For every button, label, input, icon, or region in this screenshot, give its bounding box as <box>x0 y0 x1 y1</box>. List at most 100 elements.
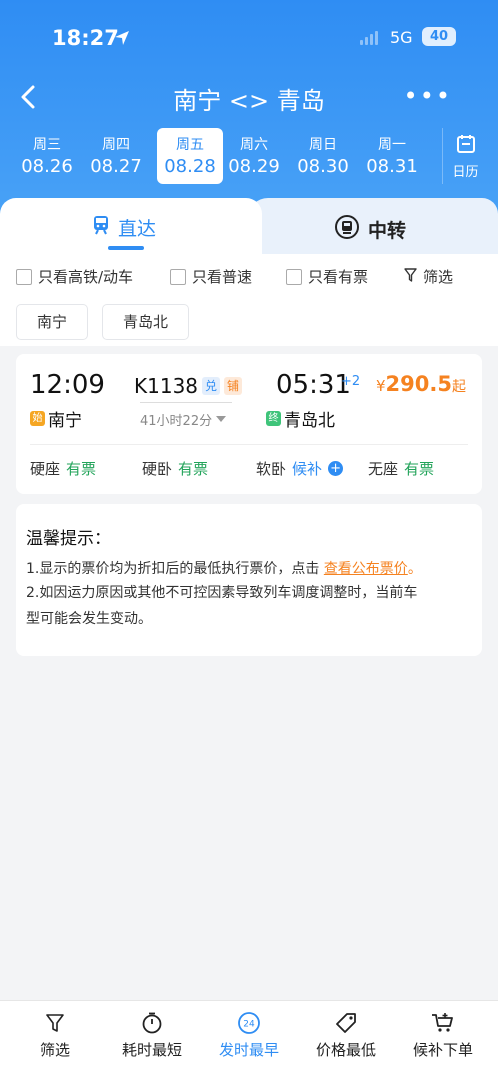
bottom-label: 候补下单 <box>412 1041 473 1059</box>
bottom-waitlist[interactable]: 候补下单 <box>398 1011 488 1060</box>
public-price-link[interactable]: 查看公布票价 <box>324 561 408 577</box>
date-value: 08.30 <box>297 156 349 177</box>
calendar-button[interactable]: 日历 <box>442 128 488 184</box>
date-item[interactable]: 周日 08.30 <box>290 128 356 184</box>
date-item[interactable]: 周四 08.27 <box>83 128 149 184</box>
train-card[interactable]: 12:09 K1138 兑 铺 41小时22分 05:31 +2 ¥290.5起… <box>16 354 482 494</box>
filter-button[interactable]: 筛选 <box>404 266 453 287</box>
cart-icon <box>398 1011 488 1035</box>
bottom-earliest[interactable]: 24 发时最早 <box>204 1011 294 1060</box>
seat-type: 硬座 <box>30 460 61 478</box>
signal-icon <box>360 31 378 45</box>
checkbox-icon <box>16 268 32 285</box>
tab-transfer[interactable]: 中转 <box>248 198 498 254</box>
filter-icon <box>404 267 417 286</box>
seat-item: 硬座 有票 <box>30 458 96 479</box>
status-time: 18:27 <box>52 26 119 50</box>
bottom-label: 价格最低 <box>315 1041 376 1059</box>
seat-type: 无座 <box>368 460 399 478</box>
date-weekday: 周四 <box>102 137 130 153</box>
date-value: 08.26 <box>21 156 73 177</box>
price-suffix: 起 <box>451 379 466 395</box>
date-weekday: 周五 <box>176 137 204 153</box>
station-chips: 南宁 青岛北 <box>16 304 190 340</box>
seat-type: 软卧 <box>256 460 287 478</box>
more-icon[interactable]: ••• <box>404 82 452 110</box>
tab-underline <box>108 246 144 250</box>
price-symbol: ¥ <box>376 377 386 395</box>
calendar-label: 日历 <box>452 165 479 180</box>
date-weekday: 周一 <box>378 137 406 153</box>
filter-label: 筛选 <box>423 268 454 286</box>
tips-card: 温馨提示： 1.显示的票价均为折扣后的最低执行票价，点击 查看公布票价。 2.如… <box>16 504 482 656</box>
duration-divider <box>140 402 232 403</box>
bottom-toolbar: 筛选 耗时最短 24 发时最早 价格最低 候补下单 <box>0 1000 498 1080</box>
date-weekday: 周六 <box>240 137 268 153</box>
seat-item: 无座 有票 <box>368 458 434 479</box>
filter-label: 只看高铁/动车 <box>38 268 134 286</box>
date-item[interactable]: 周三 08.26 <box>14 128 80 184</box>
train-number: K1138 兑 铺 <box>134 374 243 398</box>
duration[interactable]: 41小时22分 <box>140 410 227 429</box>
tag-dui: 兑 <box>202 377 221 395</box>
transfer-icon <box>334 214 360 245</box>
card-divider <box>30 444 468 445</box>
station-chip-from[interactable]: 南宁 <box>16 304 89 340</box>
bottom-cheapest[interactable]: 价格最低 <box>301 1011 391 1060</box>
date-value: 08.29 <box>228 156 280 177</box>
seat-item: 硬卧 有票 <box>142 458 208 479</box>
bottom-filter[interactable]: 筛选 <box>10 1011 100 1060</box>
to-station: 终 青岛北 <box>266 406 335 431</box>
timer-icon <box>107 1011 197 1035</box>
calendar-icon <box>443 134 488 158</box>
tab-direct[interactable]: 直达 <box>0 198 262 256</box>
location-arrow-icon <box>114 30 130 50</box>
tips-title: 温馨提示： <box>26 529 111 549</box>
date-item-selected[interactable]: 周五 08.28 <box>157 128 223 184</box>
seat-item-waitlist[interactable]: 软卧 候补 + <box>256 458 344 479</box>
date-weekday: 周三 <box>33 137 61 153</box>
date-selector: 周三 08.26 周四 08.27 周五 08.28 周六 08.29 周日 0… <box>14 128 484 186</box>
chevron-down-icon <box>216 412 227 427</box>
filter-label: 只看普速 <box>192 268 253 286</box>
seat-status: 有票 <box>66 460 97 478</box>
tab-transfer-label: 中转 <box>368 220 407 242</box>
tips-line-1: 1.显示的票价均为折扣后的最低执行票价，点击 查看公布票价。 <box>26 558 476 580</box>
plus-icon: + <box>328 461 344 476</box>
bottom-label: 耗时最短 <box>121 1041 182 1059</box>
price: ¥290.5起 <box>376 372 466 396</box>
seat-status: 候补 <box>292 460 323 478</box>
bottom-shortest[interactable]: 耗时最短 <box>107 1011 197 1060</box>
seat-list: 硬座 有票 硬卧 有票 软卧 候补 + 无座 有票 <box>30 458 468 480</box>
depart-time: 12:09 <box>30 370 105 400</box>
date-item[interactable]: 周一 08.31 <box>359 128 425 184</box>
train-no-label: K1138 <box>134 374 199 398</box>
date-value: 08.31 <box>366 156 418 177</box>
date-weekday: 周日 <box>309 137 337 153</box>
status-bar: 18:27 5G 40 <box>0 0 498 70</box>
filter-panel: 只看高铁/动车 只看普速 只看有票 筛选 南宁 青岛北 <box>0 254 498 346</box>
duration-label: 41小时22分 <box>140 414 213 429</box>
station-chip-to[interactable]: 青岛北 <box>102 304 190 340</box>
route-tabs: 中转 直达 <box>0 198 498 256</box>
date-value: 08.27 <box>90 156 142 177</box>
from-station: 始 南宁 <box>30 406 82 431</box>
to-station-label: 青岛北 <box>284 411 335 431</box>
filter-normal[interactable]: 只看普速 <box>170 266 252 287</box>
checkbox-icon <box>170 268 186 285</box>
tips-line-2: 2.如因运力原因或其他不可控因素导致列车调度调整时，当前车 <box>26 585 418 601</box>
filter-row: 只看高铁/动车 只看普速 只看有票 筛选 <box>16 266 486 288</box>
price-tag-icon <box>301 1011 391 1035</box>
bottom-label: 筛选 <box>39 1041 70 1059</box>
days-plus: +2 <box>341 374 361 389</box>
from-station-label: 南宁 <box>48 411 82 431</box>
seat-type: 硬卧 <box>142 460 173 478</box>
seat-status: 有票 <box>178 460 209 478</box>
price-value: 290.5 <box>385 372 452 396</box>
filter-high-speed[interactable]: 只看高铁/动车 <box>16 266 133 287</box>
start-tag: 始 <box>30 411 45 426</box>
header-area: 18:27 5G 40 南宁 <> 青岛 ••• 周三 08.26 周四 08.… <box>0 0 498 230</box>
filter-available[interactable]: 只看有票 <box>286 266 368 287</box>
date-item[interactable]: 周六 08.29 <box>221 128 287 184</box>
arrive-time: 05:31 <box>276 370 351 400</box>
